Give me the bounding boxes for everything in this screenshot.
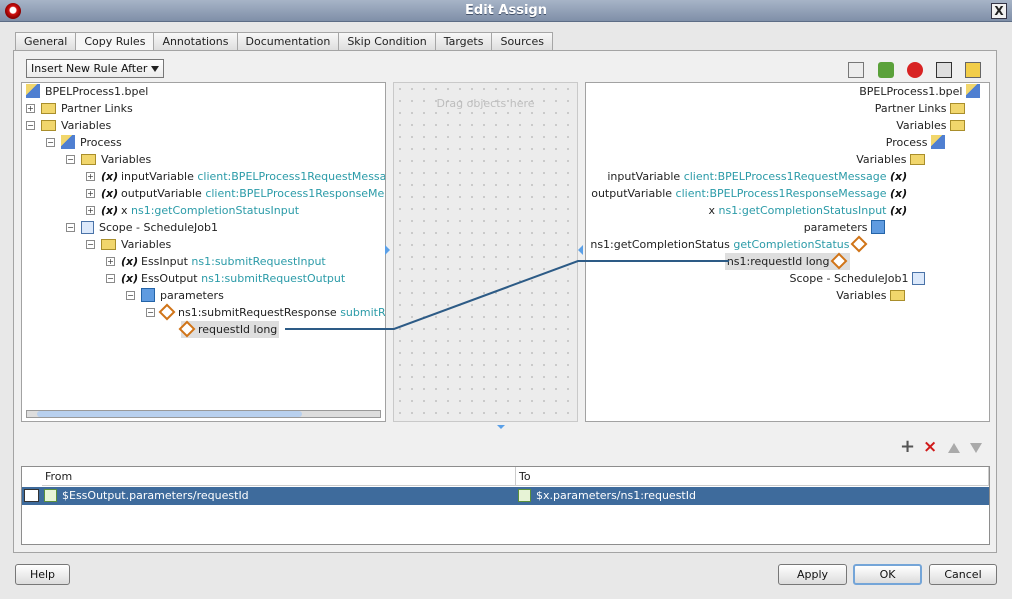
- move-up-icon[interactable]: [948, 443, 960, 453]
- delete-rule-icon[interactable]: ×: [923, 439, 937, 456]
- copy-rules-table[interactable]: From To $EssOutput.parameters/requestId …: [21, 466, 990, 545]
- row-icon: [24, 489, 39, 502]
- bottom-resize-arrow-icon[interactable]: [497, 425, 505, 429]
- left-resize-arrow-icon[interactable]: [385, 245, 390, 255]
- add-rule-icon[interactable]: +: [900, 438, 915, 456]
- move-down-icon[interactable]: [970, 443, 982, 453]
- copy-rule-row[interactable]: $EssOutput.parameters/requestId $x.param…: [22, 487, 989, 505]
- copy-to-value: $x.parameters/ns1:requestId: [536, 489, 696, 502]
- ok-button[interactable]: OK: [853, 564, 922, 585]
- copy-from-value: $EssOutput.parameters/requestId: [62, 489, 249, 502]
- from-column-header[interactable]: From: [42, 467, 516, 486]
- to-column-header[interactable]: To: [516, 467, 989, 486]
- mapping-line[interactable]: [285, 260, 729, 330]
- cancel-button[interactable]: Cancel: [929, 564, 997, 585]
- apply-button[interactable]: Apply: [778, 564, 847, 585]
- right-resize-arrow-icon[interactable]: [578, 245, 583, 255]
- help-button[interactable]: Help: [15, 564, 70, 585]
